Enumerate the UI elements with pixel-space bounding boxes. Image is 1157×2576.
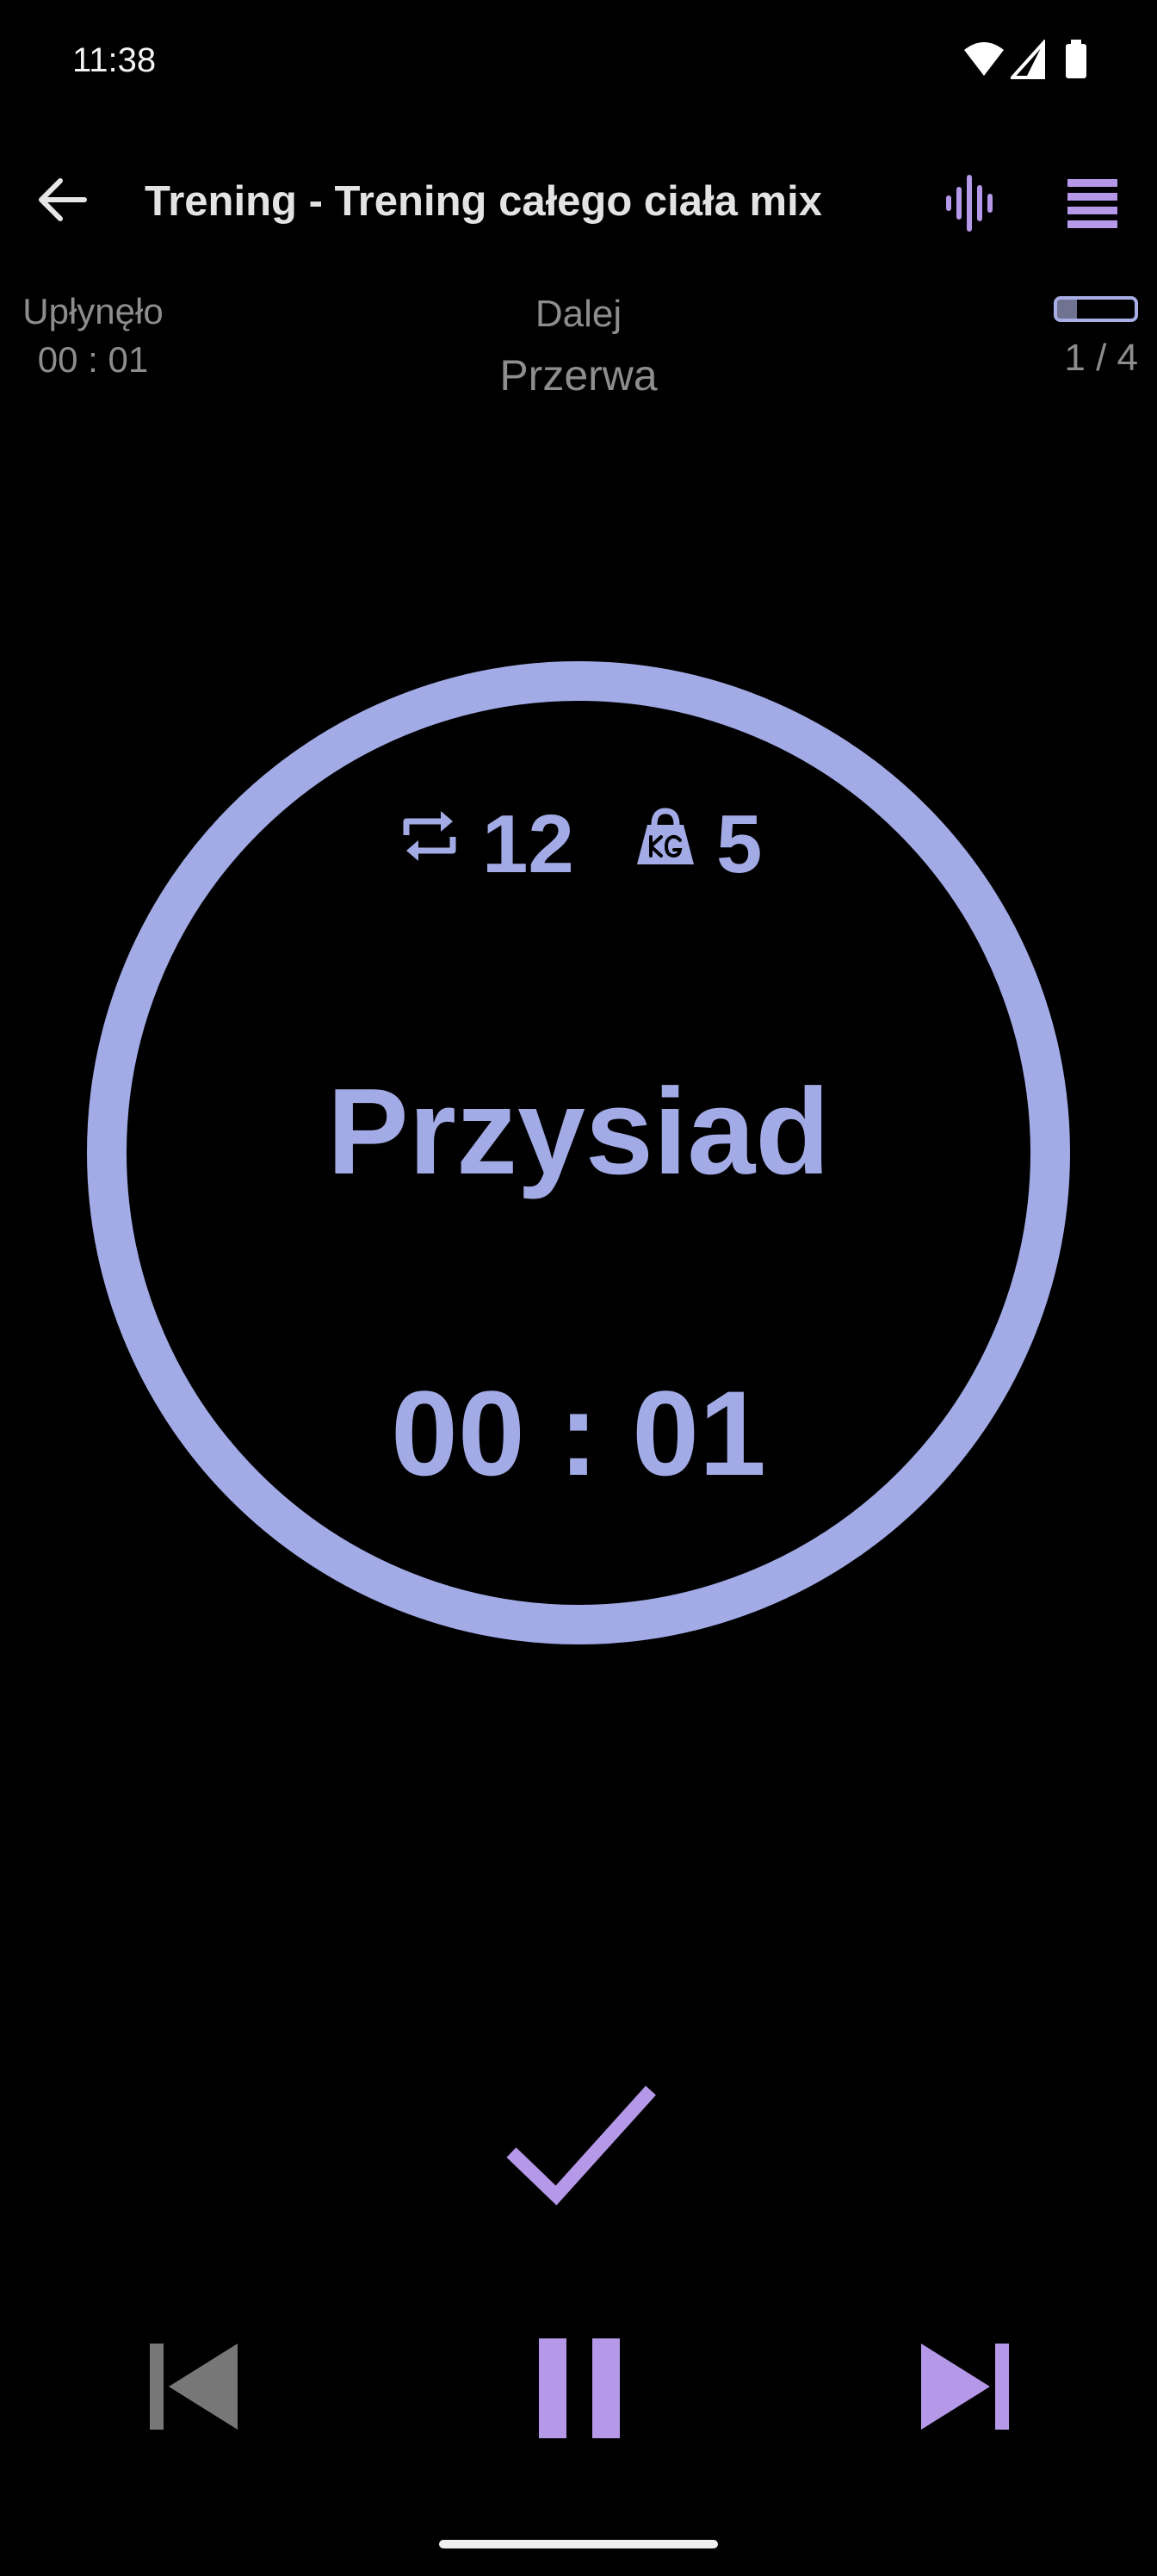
progress-bar [1054,296,1138,322]
elapsed-block: Upłynęło 00 : 01 [0,288,186,384]
pause-button[interactable] [535,2337,623,2440]
previous-exercise-button[interactable] [143,2338,244,2435]
back-button[interactable] [31,169,93,231]
cell-signal-icon [1011,40,1045,79]
exercise-timer: 00 : 01 [391,1365,766,1501]
progress-text: 1 / 4 [1064,337,1138,379]
checkmark-icon [506,2085,656,2206]
arrow-back-icon [39,178,87,221]
battery-icon [1066,40,1086,78]
repeat-icon [403,811,456,861]
progress-fill [1057,300,1077,319]
audio-waveform-icon [946,175,993,232]
next-exercise-button[interactable] [914,2338,1016,2435]
home-indicator[interactable] [439,2540,718,2548]
next-value: Przerwa [499,351,658,399]
status-icons [962,40,1092,79]
next-block: Dalej Przerwa [406,289,751,403]
pause-icon [539,2338,620,2438]
reps-value: 12 [482,798,574,890]
kettlebell-weight-icon [637,808,694,864]
menu-button[interactable] [1062,172,1124,234]
page-title: Trening - Trening całego ciała mix [145,178,822,225]
next-label: Dalej [535,293,622,335]
wifi-icon [964,42,1004,76]
skip-previous-icon [150,2344,238,2430]
status-time: 11:38 [72,41,157,79]
list-menu-icon [1067,179,1117,228]
elapsed-label: Upłynęło [22,291,164,331]
weight-value: 5 [716,798,763,890]
exercise-name: Przysiad [326,1063,831,1200]
exercise-stats: 12 5 [0,780,1157,901]
skip-next-icon [921,2344,1009,2430]
complete-exercise-button[interactable] [496,2077,665,2214]
elapsed-value: 00 : 01 [37,339,149,380]
voice-button[interactable] [940,172,1002,234]
